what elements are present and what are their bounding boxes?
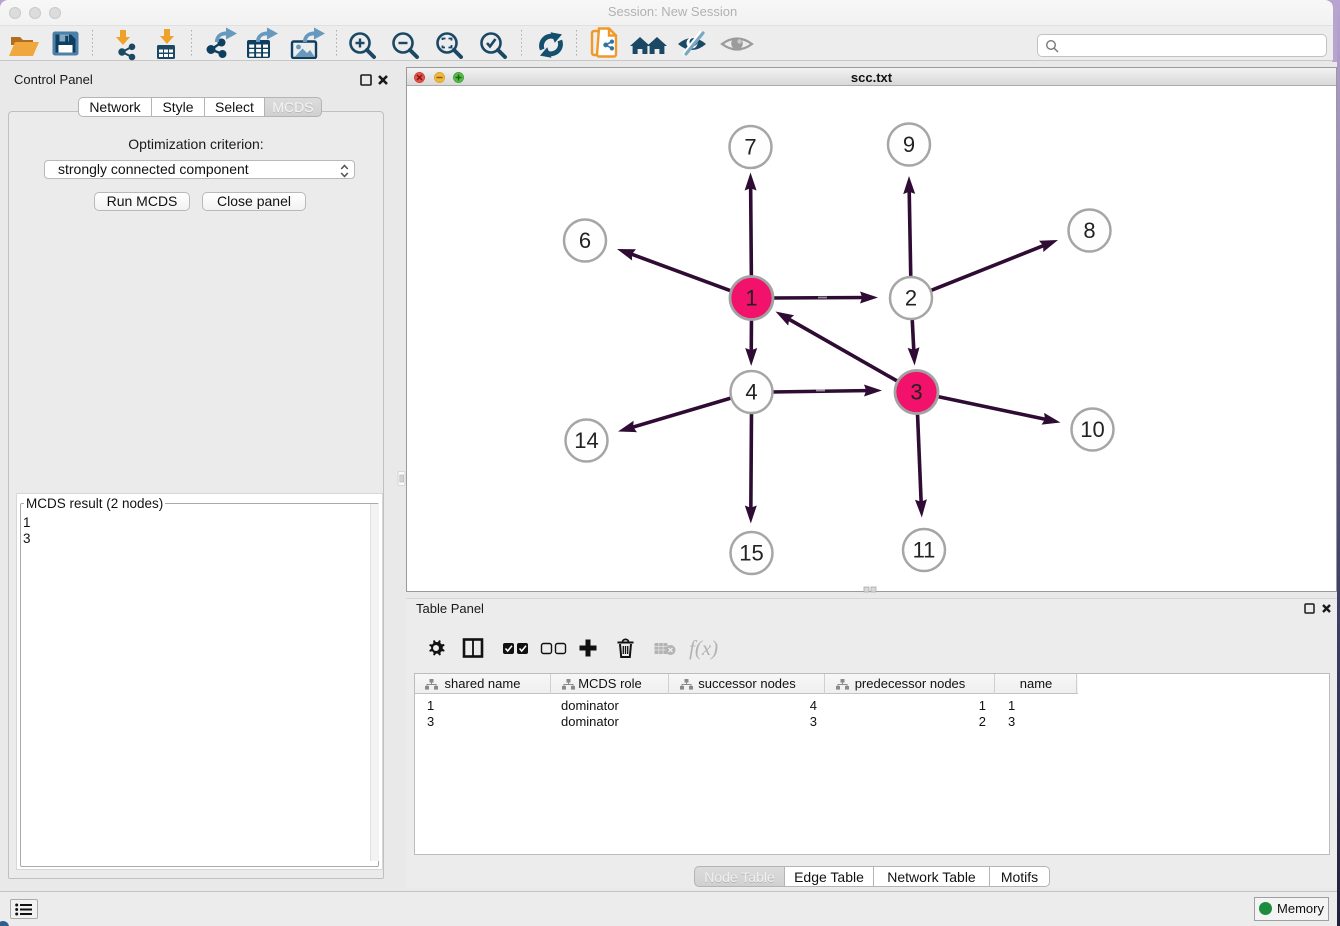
- svg-text:10: 10: [1080, 417, 1104, 442]
- svg-text:6: 6: [579, 228, 591, 253]
- svg-text:2: 2: [905, 286, 917, 311]
- svg-text:14: 14: [574, 428, 598, 453]
- svg-text:4: 4: [745, 380, 757, 405]
- svg-text:8: 8: [1083, 218, 1095, 243]
- svg-text:1: 1: [745, 286, 757, 311]
- svg-text:11: 11: [913, 538, 936, 563]
- svg-text:7: 7: [744, 135, 756, 160]
- svg-text:9: 9: [903, 132, 915, 157]
- svg-text:15: 15: [739, 541, 763, 566]
- svg-text:3: 3: [910, 380, 922, 405]
